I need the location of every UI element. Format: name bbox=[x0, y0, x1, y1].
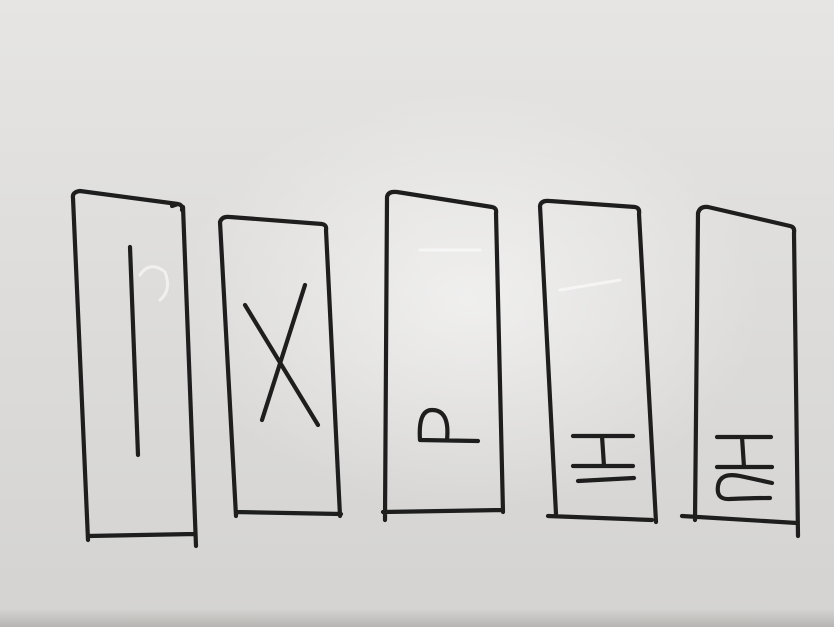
board-bottom-edge bbox=[0, 609, 834, 627]
card-x bbox=[217, 214, 344, 519]
glyph-x bbox=[242, 282, 321, 428]
card-frame bbox=[679, 204, 801, 539]
glyph-p bbox=[417, 407, 481, 444]
whiteboard bbox=[0, 0, 834, 627]
glyph-h1 bbox=[570, 433, 637, 484]
card-p bbox=[380, 189, 506, 523]
glyph-h2 bbox=[714, 434, 775, 502]
whiteboard-sketch bbox=[70, 188, 801, 549]
glyph-i bbox=[127, 244, 141, 458]
card-i bbox=[70, 188, 199, 549]
erased-marks bbox=[138, 248, 622, 302]
card-frame bbox=[380, 189, 506, 523]
card-frame bbox=[537, 198, 659, 525]
card-h2 bbox=[679, 204, 801, 539]
card-h1 bbox=[537, 198, 659, 525]
